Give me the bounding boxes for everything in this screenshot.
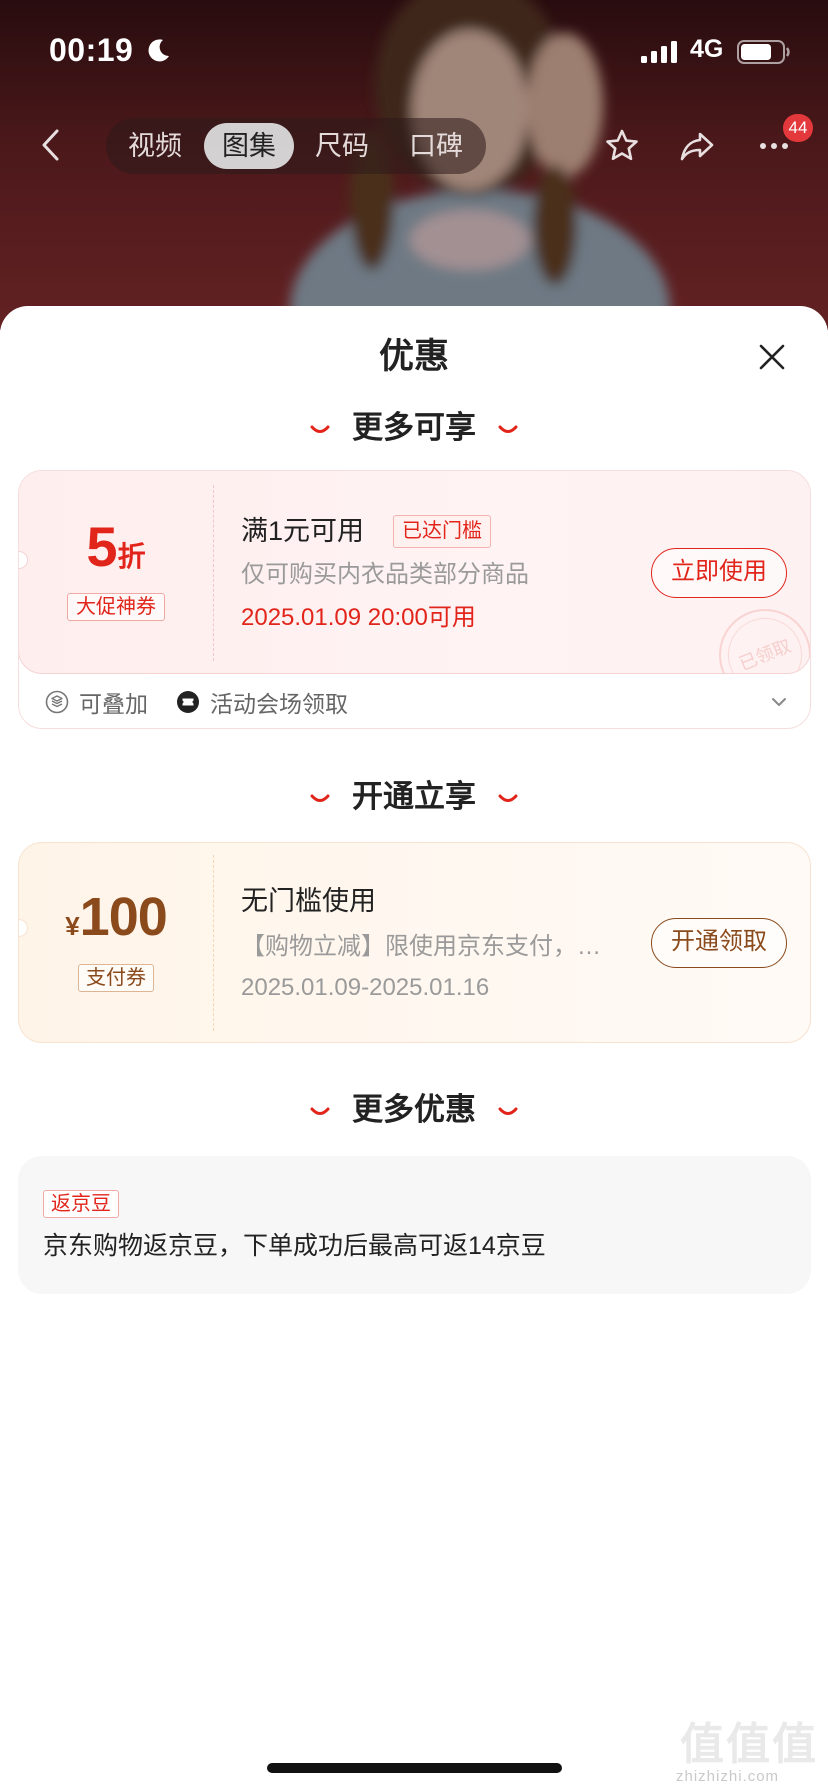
media-tab-switcher: 视频 图集 尺码 口碑 — [106, 118, 486, 174]
rebate-badge: 返京豆 — [43, 1190, 119, 1218]
section-title: 更多可享 — [352, 410, 476, 445]
watermark-logo: 值值值 — [680, 1720, 818, 1769]
decor-arc-icon — [498, 794, 518, 802]
coupon-body: 5折 大促神券 满1元可用 已达门槛 仅可购买内衣品类部分商品 2025.01.… — [19, 471, 810, 674]
close-icon[interactable] — [756, 341, 788, 373]
coupon-type-tag: 大促神券 — [67, 593, 165, 621]
section-title: 开通立享 — [352, 779, 476, 814]
share-icon[interactable] — [678, 127, 716, 165]
jingdou-rebate-card: 返京豆 京东购物返京豆，下单成功后最高可返14京豆 — [18, 1156, 811, 1294]
back-icon[interactable] — [36, 128, 66, 162]
coupon-scope: 仅可购买内衣品类部分商品 — [241, 561, 529, 588]
ticket-icon — [177, 691, 199, 713]
decor-arc-icon — [310, 425, 330, 433]
feature-label: 可叠加 — [79, 691, 148, 717]
cellular-signal-icon — [641, 41, 677, 63]
feature-venue-claim: 活动会场领取 — [176, 688, 348, 717]
coupon-condition: 无门槛使用 — [241, 886, 376, 916]
tab-size[interactable]: 尺码 — [297, 123, 387, 169]
coupon-divider — [213, 485, 214, 661]
activate-claim-button[interactable]: 开通领取 — [651, 918, 787, 968]
use-now-button[interactable]: 立即使用 — [651, 548, 787, 598]
moon-icon — [148, 39, 169, 62]
tab-video[interactable]: 视频 — [110, 123, 200, 169]
section-heading-more-offers: 更多优惠 — [0, 1090, 828, 1130]
decor-arc-icon — [498, 1107, 518, 1115]
amount-number: 100 — [79, 887, 168, 947]
star-icon[interactable] — [603, 127, 641, 165]
status-time: 00:19 — [49, 32, 134, 68]
discount-value: 5折 — [19, 517, 213, 577]
threshold-met-badge: 已达门槛 — [393, 515, 491, 548]
coupon-scope: 【购物立减】限使用京东支付，… — [241, 933, 601, 960]
discount-number: 5 — [86, 515, 118, 578]
network-type: 4G — [690, 35, 724, 63]
feature-stackable: 可叠加 — [45, 688, 148, 717]
section-title: 更多优惠 — [352, 1092, 476, 1127]
coupon-validity: 2025.01.09-2025.01.16 — [241, 974, 490, 1001]
tab-reviews[interactable]: 口碑 — [391, 123, 481, 169]
promo-coupon-card: 5折 大促神券 满1元可用 已达门槛 仅可购买内衣品类部分商品 2025.01.… — [18, 470, 811, 729]
watermark-site: zhizhizhi.com — [676, 1768, 780, 1785]
claimed-stamp: 已领取 — [705, 595, 810, 673]
coupon-condition: 满1元可用 — [241, 516, 365, 546]
decor-arc-icon — [310, 794, 330, 802]
chevron-down-icon[interactable] — [769, 692, 789, 712]
currency-symbol: ¥ — [65, 911, 80, 941]
home-indicator[interactable] — [267, 1763, 562, 1773]
offers-sheet: 优惠 更多可享 5折 大促神券 满1元可用 已达门槛 仅可购买内衣品类部分商品 … — [0, 306, 828, 1792]
coupon-valid-from: 2025.01.09 20:00可用 — [241, 604, 476, 631]
coupon-amount: ¥100 — [19, 887, 213, 947]
discount-unit: 折 — [117, 541, 146, 572]
coupon-type-tag: 支付券 — [78, 964, 154, 992]
battery-icon — [737, 40, 790, 64]
decor-arc-icon — [310, 1107, 330, 1115]
section-heading-open-now: 开通立享 — [0, 777, 828, 817]
stack-icon — [45, 690, 69, 714]
feature-label: 活动会场领取 — [210, 691, 348, 717]
coupon-divider — [213, 855, 214, 1031]
rebate-description: 京东购物返京豆，下单成功后最高可返14京豆 — [43, 1232, 546, 1260]
decor-arc-icon — [498, 425, 518, 433]
payment-coupon-card: ¥100 支付券 无门槛使用 【购物立减】限使用京东支付，… 2025.01.0… — [18, 842, 811, 1043]
message-count-badge: 44 — [783, 114, 813, 142]
tab-gallery[interactable]: 图集 — [204, 123, 294, 169]
sheet-title: 优惠 — [378, 337, 449, 376]
section-heading-more-available: 更多可享 — [0, 408, 828, 448]
